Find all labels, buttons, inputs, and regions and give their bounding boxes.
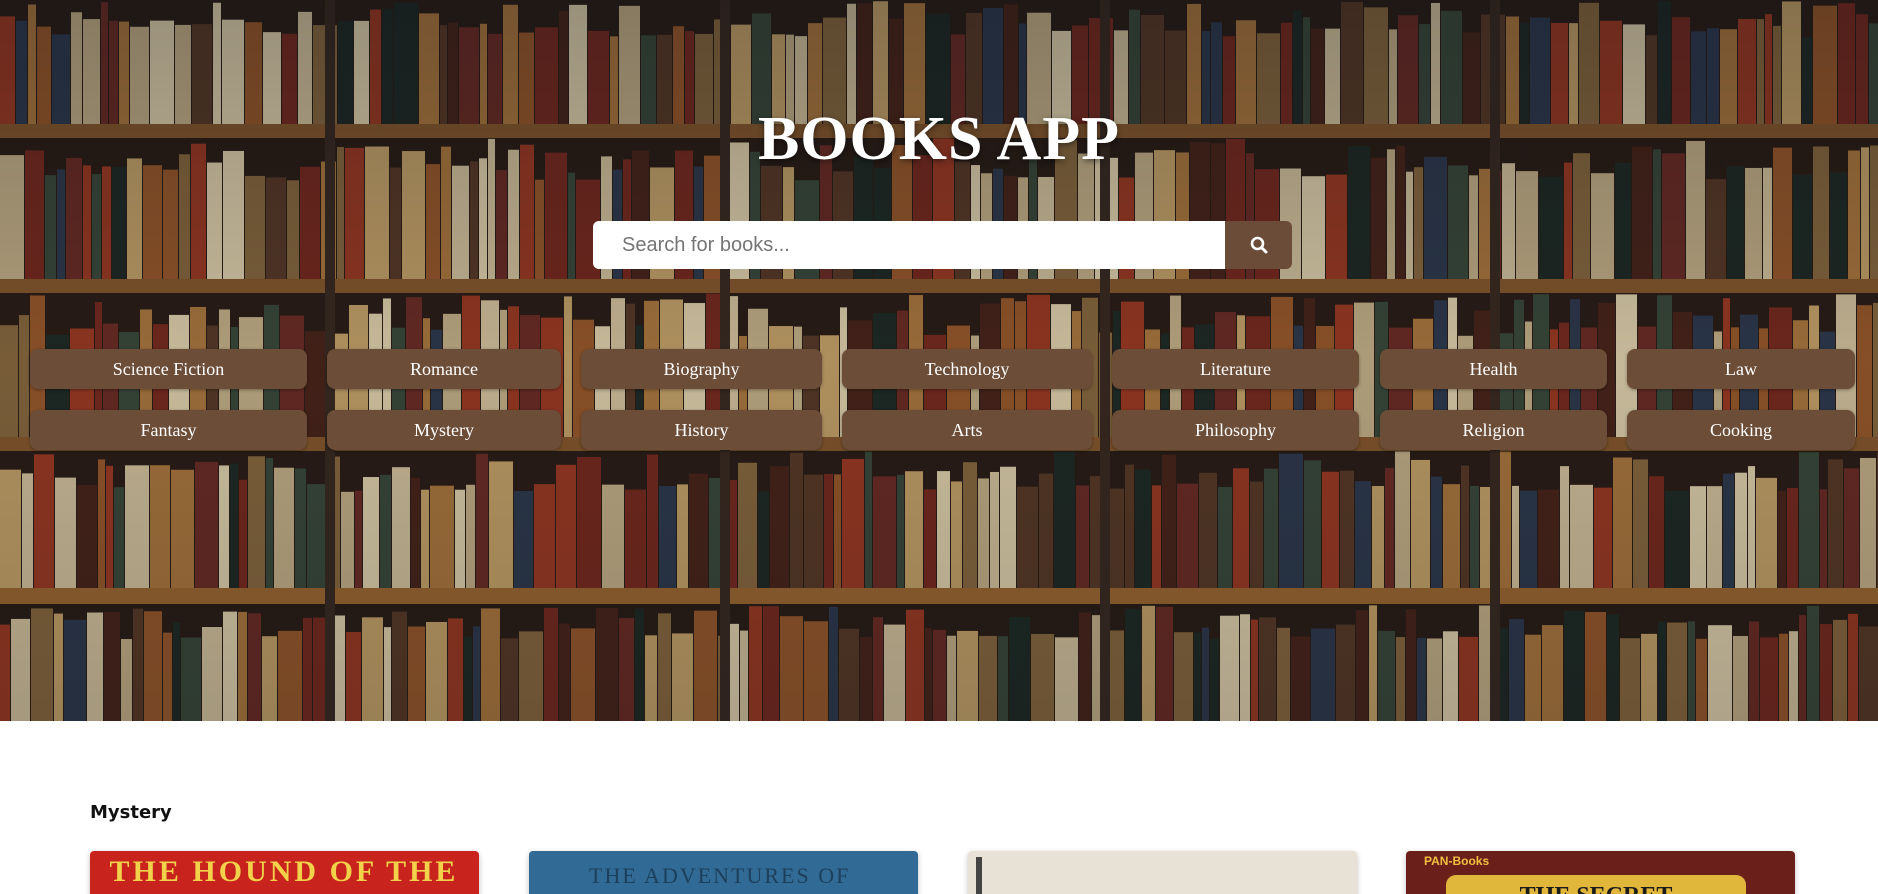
- category-biography[interactable]: Biography: [581, 349, 822, 389]
- page-title: BOOKS APP: [757, 105, 1121, 173]
- hero-banner: BOOKS APP Science Fiction Romance Biogra…: [0, 0, 1878, 721]
- category-health[interactable]: Health: [1380, 349, 1607, 389]
- category-technology[interactable]: Technology: [842, 349, 1092, 389]
- category-cooking[interactable]: Cooking: [1627, 410, 1855, 450]
- book-cover-image: THE HOUND OF THE: [90, 851, 479, 894]
- book-card[interactable]: THE ADVENTURES OF: [529, 851, 918, 894]
- book-cover-title: THE SECRET: [1520, 883, 1673, 894]
- category-romance[interactable]: Romance: [327, 349, 561, 389]
- category-religion[interactable]: Religion: [1380, 410, 1607, 450]
- book-cover-image: [968, 851, 1357, 894]
- book-cover-title: THE HOUND OF THE: [110, 855, 459, 888]
- book-cover-image: THE ADVENTURES OF: [529, 851, 918, 894]
- search-input[interactable]: [593, 221, 1225, 269]
- book-cover-title: THE ADVENTURES OF: [589, 863, 850, 888]
- book-publisher: PAN-Books: [1424, 854, 1489, 868]
- search-bar: [593, 221, 1292, 269]
- section-title: Mystery: [90, 802, 172, 823]
- category-philosophy[interactable]: Philosophy: [1112, 410, 1359, 450]
- category-law[interactable]: Law: [1627, 349, 1855, 389]
- category-history[interactable]: History: [581, 410, 822, 450]
- book-card[interactable]: THE HOUND OF THE: [90, 851, 479, 894]
- search-icon: [1250, 236, 1267, 254]
- book-card[interactable]: PAN-Books THE SECRET: [1406, 851, 1795, 894]
- category-arts[interactable]: Arts: [842, 410, 1092, 450]
- category-fantasy[interactable]: Fantasy: [30, 410, 307, 450]
- category-literature[interactable]: Literature: [1112, 349, 1359, 389]
- search-button[interactable]: [1225, 221, 1292, 269]
- category-science-fiction[interactable]: Science Fiction: [30, 349, 307, 389]
- book-cover-image: PAN-Books THE SECRET: [1406, 851, 1795, 894]
- category-mystery[interactable]: Mystery: [327, 410, 561, 450]
- book-card[interactable]: [968, 851, 1357, 894]
